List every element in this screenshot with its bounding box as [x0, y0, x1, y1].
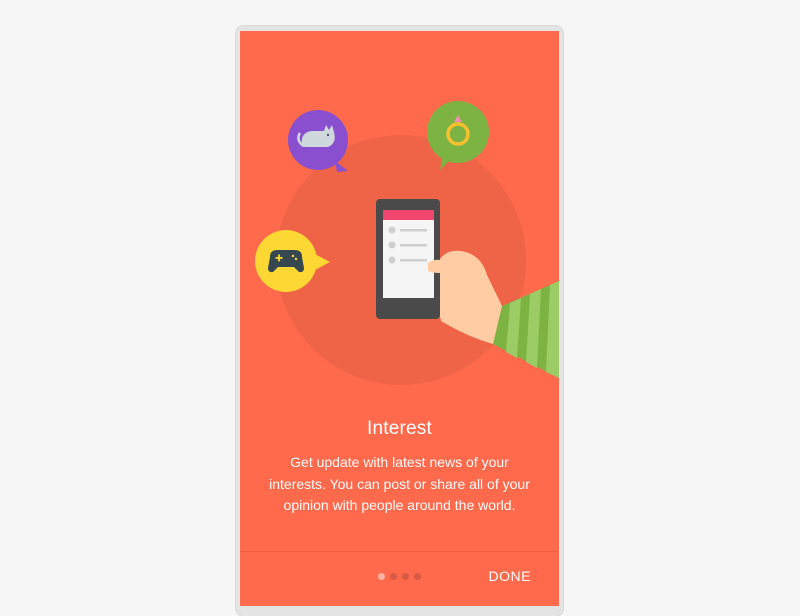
interest-illustration [255, 101, 559, 385]
onboarding-screen: Interest Get update with latest news of … [240, 31, 559, 606]
footer-divider [240, 551, 559, 552]
done-button[interactable]: DONE [489, 568, 531, 584]
page-title: Interest [367, 418, 432, 439]
page-indicator [378, 573, 421, 581]
page-dot-3[interactable] [402, 573, 409, 580]
page-dot-4[interactable] [414, 573, 421, 580]
page-dot-1[interactable] [378, 573, 385, 580]
phone-illustration [376, 199, 448, 319]
page-description: Get update with latest news of your inte… [269, 454, 530, 513]
phone-app-bar [383, 210, 434, 220]
page-dot-2[interactable] [390, 573, 397, 580]
